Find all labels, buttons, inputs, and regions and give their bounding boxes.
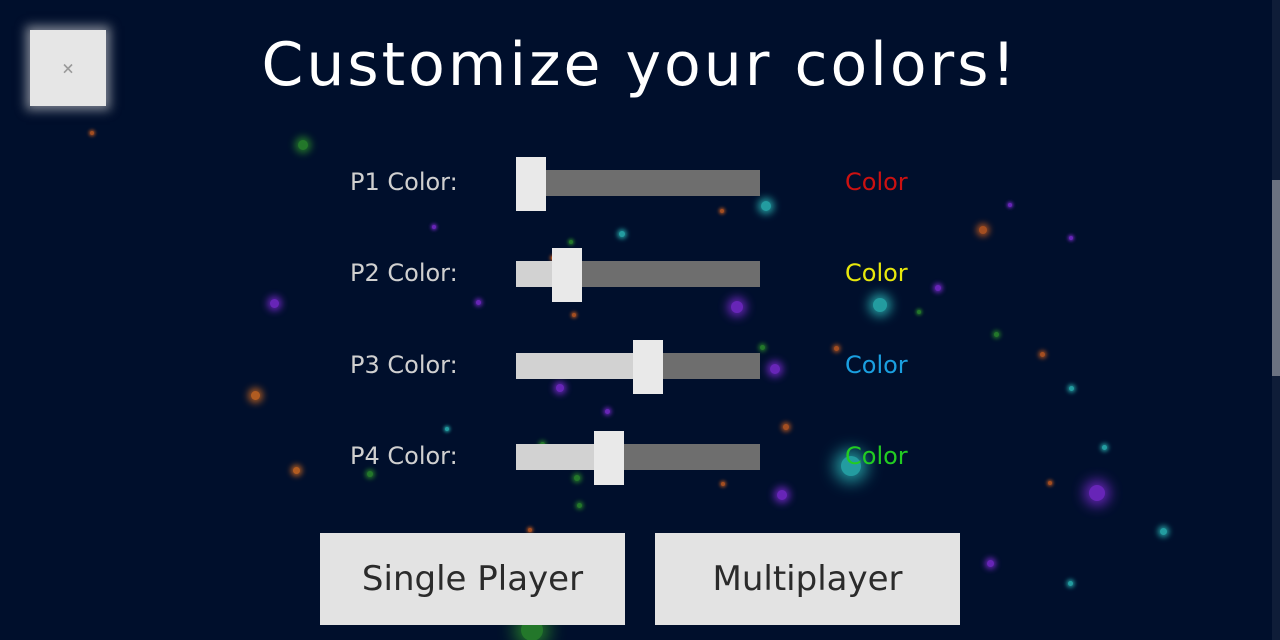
color-row-p3: P3 Color: Color — [0, 339, 1280, 394]
star-particle — [1089, 485, 1105, 501]
star-particle — [604, 408, 610, 414]
multiplayer-button[interactable]: Multiplayer — [655, 533, 960, 625]
scrollbar-thumb[interactable] — [1272, 180, 1280, 376]
p2-color-label: P2 Color: — [350, 259, 458, 287]
color-row-p1: P1 Color: Color — [0, 156, 1280, 211]
star-particle — [90, 131, 94, 135]
single-player-button[interactable]: Single Player — [320, 533, 625, 625]
p3-color-slider[interactable] — [516, 340, 760, 394]
color-row-p2: P2 Color: Color — [0, 247, 1280, 302]
p1-slider-thumb[interactable] — [515, 157, 546, 211]
p4-color-label: P4 Color: — [350, 442, 458, 470]
star-particle — [572, 313, 576, 317]
color-row-p4: P4 Color: Color — [0, 430, 1280, 485]
p4-slider-thumb[interactable] — [593, 431, 624, 485]
p2-color-preview: Color — [845, 259, 908, 287]
p2-slider-thumb[interactable] — [552, 248, 583, 302]
star-particle — [917, 310, 921, 314]
star-particle — [777, 490, 787, 500]
p3-slider-thumb[interactable] — [632, 340, 663, 394]
p3-slider-fill — [516, 353, 648, 379]
page-title: Customize your colors! — [261, 30, 1019, 100]
p3-color-label: P3 Color: — [350, 351, 458, 379]
star-particle — [576, 502, 582, 508]
star-particle — [298, 140, 308, 150]
p4-color-slider[interactable] — [516, 431, 760, 485]
p3-color-preview: Color — [845, 351, 908, 379]
p1-color-preview: Color — [845, 168, 908, 196]
star-particle — [986, 559, 994, 567]
p1-color-slider[interactable] — [515, 157, 760, 211]
star-particle — [528, 528, 532, 532]
star-particle — [731, 301, 743, 313]
star-particle — [619, 231, 625, 237]
star-particle — [993, 331, 999, 337]
p4-color-preview: Color — [845, 442, 908, 470]
star-particle — [432, 225, 436, 229]
star-particle — [1067, 580, 1073, 586]
star-particle — [1069, 236, 1073, 240]
star-particle — [979, 226, 987, 234]
star-particle — [1159, 527, 1167, 535]
star-particle — [569, 240, 573, 244]
p1-color-label: P1 Color: — [350, 168, 458, 196]
p2-color-slider[interactable] — [516, 248, 760, 302]
